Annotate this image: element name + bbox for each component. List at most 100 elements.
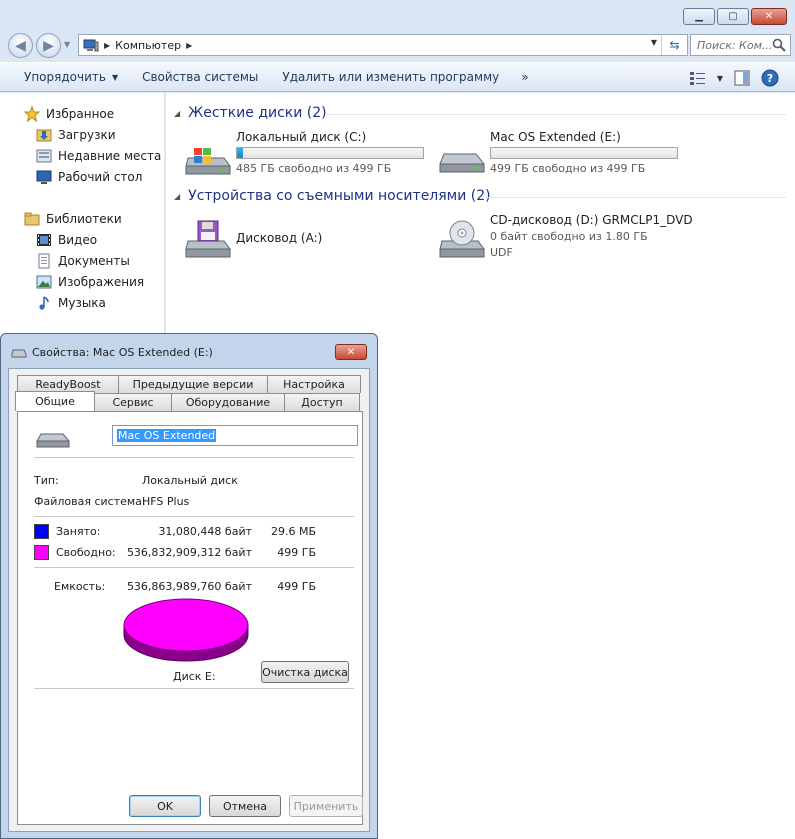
downloads-folder-icon [36, 127, 52, 143]
tab-general[interactable]: Общие [15, 391, 95, 411]
maximize-button[interactable]: ▢ [717, 8, 749, 25]
collapse-triangle-icon[interactable]: ◢ [174, 192, 180, 201]
used-bytes: 31,080,448 байт [158, 525, 252, 538]
used-color-swatch [34, 524, 49, 539]
nav-item-pictures[interactable]: Изображения [26, 271, 144, 292]
drive-c-name: Локальный диск (C:) [236, 130, 367, 144]
drive-small-icon [11, 349, 27, 357]
nav-item-documents[interactable]: Документы [26, 250, 144, 271]
window-caption-buttons: ▁ ▢ ✕ [683, 8, 787, 25]
search-icon [772, 38, 786, 52]
close-button[interactable]: ✕ [751, 8, 787, 25]
separator [34, 516, 354, 517]
breadcrumb-computer[interactable]: Компьютер [115, 39, 181, 52]
svg-text:?: ? [767, 72, 773, 85]
preview-pane-button[interactable] [733, 69, 751, 87]
drive-e-name: Mac OS Extended (E:) [490, 130, 621, 144]
help-button[interactable]: ? [761, 69, 779, 87]
capacity-size: 499 ГБ [277, 580, 316, 593]
tab-sharing[interactable]: Доступ [284, 393, 360, 411]
nav-label-recent: Недавние места [58, 148, 162, 163]
view-dropdown-icon[interactable]: ▼ [717, 74, 723, 83]
separator [34, 567, 354, 568]
ok-button[interactable]: OK [129, 795, 201, 817]
nav-label-favorites: Избранное [46, 106, 115, 121]
nav-label-documents: Документы [58, 253, 130, 268]
dialog-close-button[interactable]: ✕ [335, 344, 367, 360]
tab-customize[interactable]: Настройка [267, 375, 361, 393]
navigation-pane: Избранное Загрузки Недавние места Рабочи… [0, 93, 165, 333]
address-dropdown-icon[interactable]: ▼ [651, 38, 657, 47]
separator [34, 457, 354, 458]
collapse-triangle-icon[interactable]: ◢ [174, 109, 180, 118]
disk-label: Диск E: [173, 670, 216, 683]
drive-e[interactable]: Mac OS Extended (E:) 499 ГБ свободно из … [438, 130, 688, 178]
breadcrumb-arrow-icon[interactable]: ▶ [104, 41, 110, 50]
recent-places-icon [36, 148, 52, 164]
breadcrumb-arrow-icon[interactable]: ▶ [186, 41, 192, 50]
drive-e-usage-bar [490, 147, 678, 159]
refresh-button[interactable]: ⇆ [661, 35, 687, 55]
drive-d[interactable]: CD-дисковод (D:) GRMCLP1_DVD 0 байт своб… [438, 213, 693, 261]
more-commands-button[interactable]: » [521, 70, 528, 84]
drive-a[interactable]: Дисковод (A:) [184, 213, 434, 261]
nav-item-downloads[interactable]: Загрузки [26, 124, 161, 145]
group-divider [482, 197, 786, 198]
filesystem-label: Файловая система: [34, 495, 146, 508]
address-bar[interactable]: ▶ Компьютер ▶ ▼ ⇆ [78, 34, 688, 56]
nav-item-video[interactable]: Видео [26, 229, 144, 250]
hard-drive-icon [36, 433, 70, 448]
change-view-button[interactable] [689, 69, 707, 87]
system-properties-button[interactable]: Свойства системы [142, 70, 258, 84]
nav-item-desktop[interactable]: Рабочий стол [26, 166, 161, 187]
pictures-icon [36, 274, 52, 290]
history-dropdown-icon[interactable]: ▼ [64, 40, 70, 49]
forward-button[interactable]: ▶ [36, 33, 61, 58]
nav-item-recent[interactable]: Недавние места [26, 145, 161, 166]
refresh-icon: ⇆ [669, 38, 680, 52]
cancel-button[interactable]: Отмена [209, 795, 281, 817]
dialog-body: ReadyBoost Предыдущие версии Настройка О… [8, 368, 370, 832]
command-bar: Упорядочить ▼ Свойства системы Удалить и… [0, 62, 795, 92]
floppy-drive-icon [185, 220, 231, 258]
nav-item-libraries[interactable]: Библиотеки [24, 208, 144, 229]
drive-d-filesystem: UDF [490, 246, 513, 259]
search-placeholder: Поиск: Ком... [697, 38, 772, 52]
maximize-icon: ▢ [728, 10, 738, 22]
close-icon: ✕ [346, 346, 356, 358]
minimize-button[interactable]: ▁ [683, 8, 715, 25]
tab-previous-versions[interactable]: Предыдущие версии [118, 375, 268, 393]
search-input[interactable]: Поиск: Ком... [690, 34, 791, 56]
back-button[interactable]: ◀ [8, 33, 33, 58]
nav-item-favorites[interactable]: Избранное [24, 103, 161, 124]
drive-c-usage-fill [237, 148, 243, 158]
help-icon: ? [761, 69, 779, 87]
drive-c[interactable]: Локальный диск (C:) 485 ГБ свободно из 4… [184, 130, 434, 178]
tab-tools[interactable]: Сервис [94, 393, 172, 411]
disk-cleanup-button[interactable]: Очистка диска [261, 661, 349, 683]
apply-button[interactable]: Применить [289, 795, 363, 817]
capacity-bytes: 536,863,989,760 байт [126, 580, 252, 593]
drive-c-free: 485 ГБ свободно из 499 ГБ [236, 162, 392, 175]
volume-name-input[interactable]: Mac OS Extended [112, 425, 358, 446]
forward-arrow-icon: ▶ [43, 37, 54, 54]
drive-e-free: 499 ГБ свободно из 499 ГБ [490, 162, 646, 175]
filesystem-value: HFS Plus [142, 495, 190, 508]
group-header-removable[interactable]: ◢ Устройства со съемными носителями (2) [174, 188, 491, 204]
group-title-hard-disks: Жесткие диски (2) [188, 105, 327, 121]
tab-hardware[interactable]: Оборудование [171, 393, 285, 411]
group-header-hard-disks[interactable]: ◢ Жесткие диски (2) [174, 105, 327, 121]
free-label: Свободно: [56, 546, 116, 559]
organize-button[interactable]: Упорядочить ▼ [24, 70, 118, 84]
back-arrow-icon: ◀ [15, 37, 26, 54]
windows-hard-drive-icon [185, 148, 231, 175]
nav-item-music[interactable]: Музыка [26, 292, 144, 313]
drive-c-usage-bar [236, 147, 424, 159]
uninstall-program-button[interactable]: Удалить или изменить программу [282, 70, 499, 84]
desktop-icon [36, 169, 52, 185]
nav-label-downloads: Загрузки [58, 127, 116, 142]
pie-free-slice [123, 598, 249, 652]
free-color-swatch [34, 545, 49, 560]
favorites-group: Избранное Загрузки Недавние места Рабочи… [24, 103, 161, 187]
nav-label-libraries: Библиотеки [46, 211, 122, 226]
